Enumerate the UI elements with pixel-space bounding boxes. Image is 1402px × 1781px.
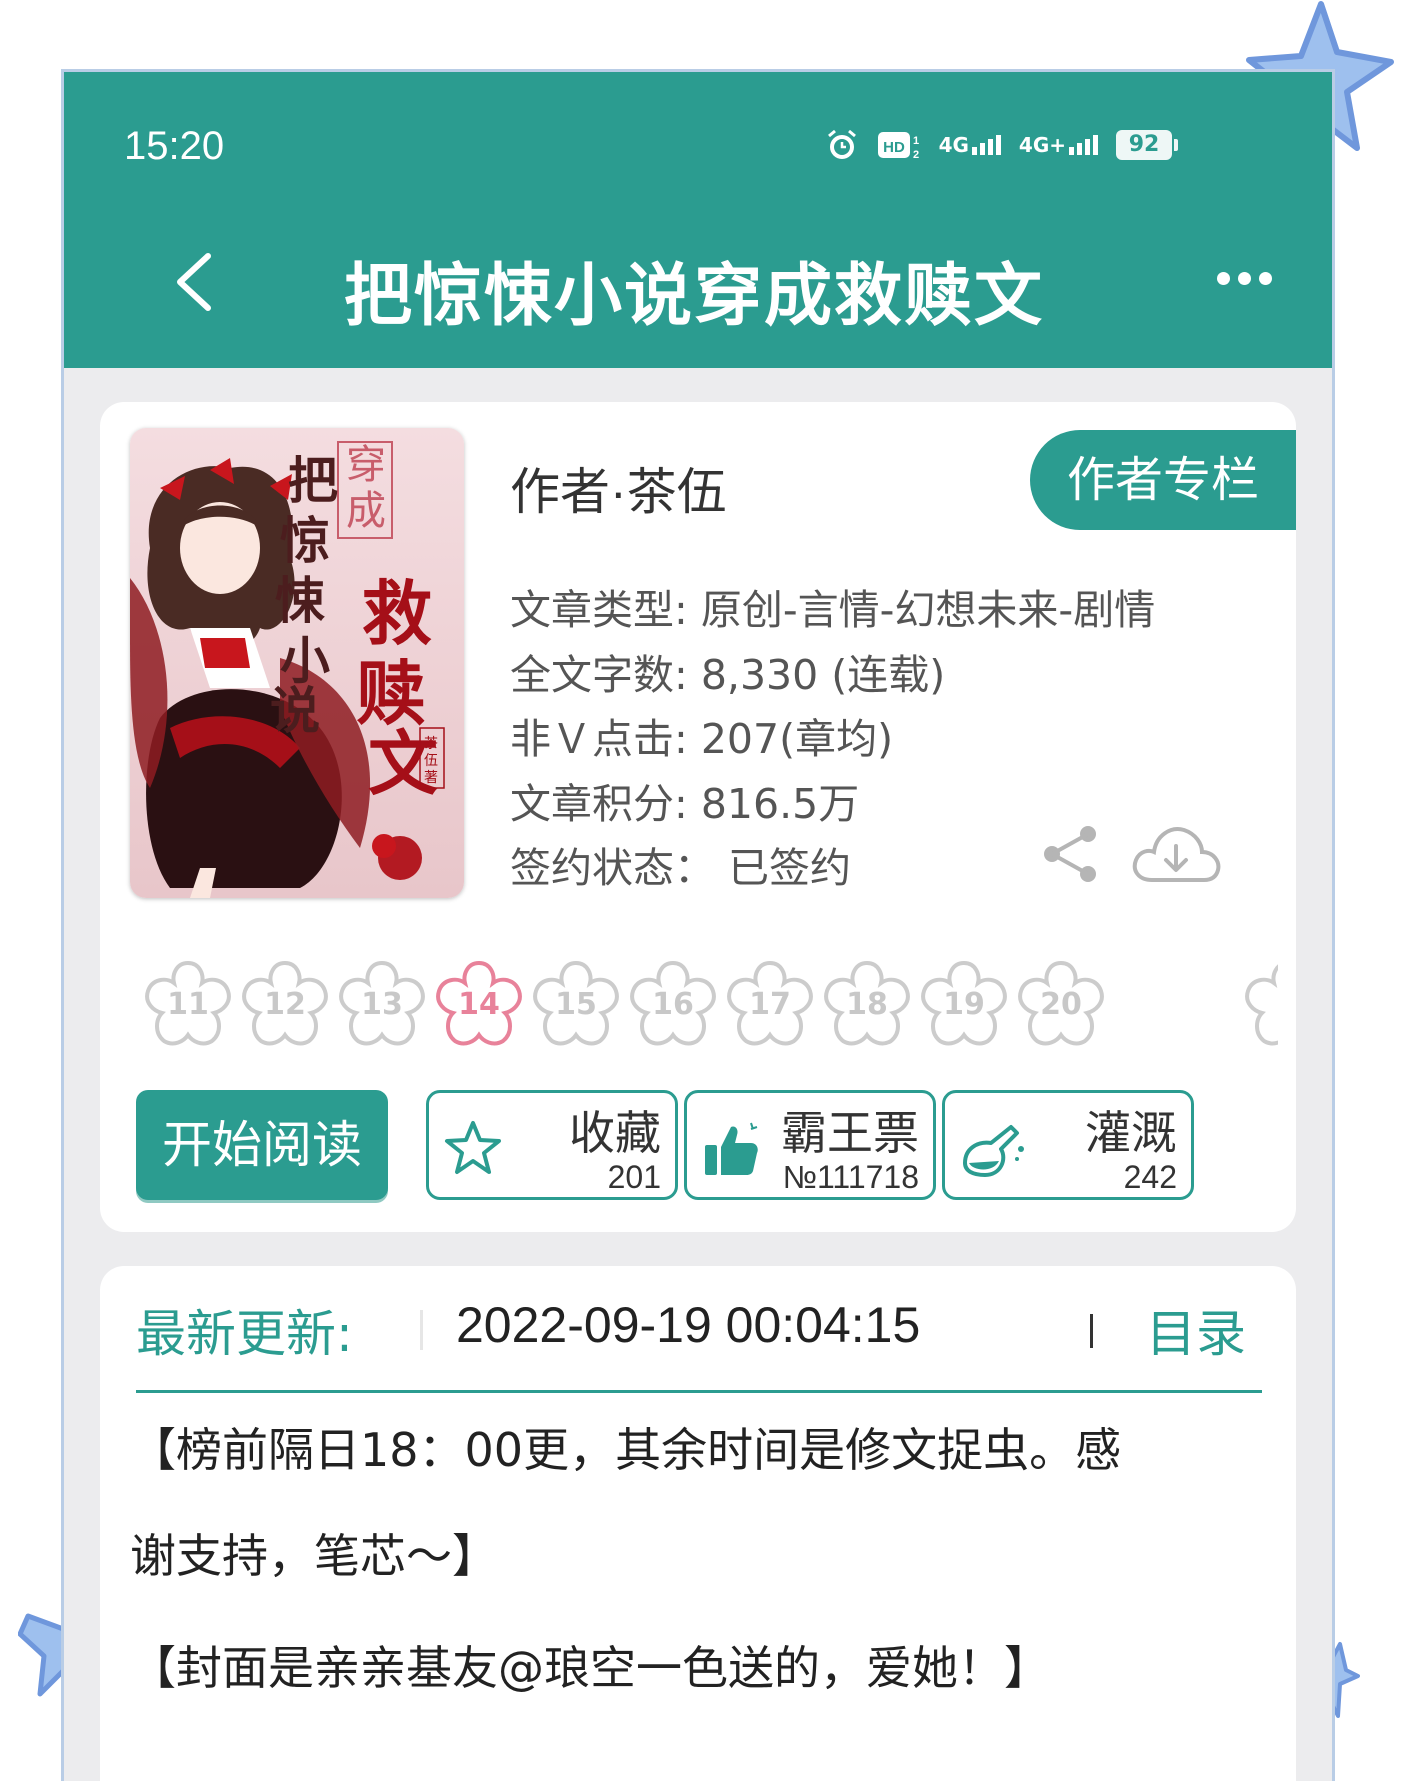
collect-label: 收藏: [569, 1106, 661, 1160]
app-screen: 15:20 HD 1 2 4G 4G+ 92 把惊悚小说穿成救赎文 穿 成 把 …: [64, 72, 1332, 1781]
collect-button[interactable]: 收藏 201: [426, 1090, 678, 1200]
level-flower[interactable]: 16: [623, 955, 723, 1055]
word-count: 全文字数: 8,330 (连载): [510, 650, 946, 699]
star-icon: [445, 1121, 501, 1174]
net-label-1: 4G: [938, 133, 969, 157]
level-number: 11: [167, 987, 209, 1022]
thumbs-up-icon: [705, 1122, 758, 1175]
level-flower[interactable]: 14: [429, 955, 529, 1055]
svg-text:惊: 惊: [280, 511, 330, 570]
level-flower[interactable]: 19: [914, 955, 1014, 1055]
share-icon[interactable]: [1040, 822, 1104, 886]
water-count: 242: [1123, 1159, 1177, 1195]
cover-illustration: 穿 成 把 惊 悚 小 说 救 赎 文 茶 伍 著: [130, 428, 464, 898]
cloud-download-icon[interactable]: [1130, 822, 1222, 886]
level-number: 17: [749, 987, 791, 1022]
net-label-2: 4G+: [1018, 133, 1066, 157]
level-number: 19: [943, 987, 985, 1022]
more-icon[interactable]: [1217, 272, 1272, 285]
level-flower[interactable]: 12: [235, 955, 335, 1055]
hd-icon: HD 1 2: [877, 132, 919, 160]
svg-text:著: 著: [424, 770, 438, 786]
svg-text:说: 说: [270, 681, 320, 740]
svg-text:悚: 悚: [275, 571, 325, 630]
divider: [1090, 1314, 1093, 1348]
signal-4g-plus-icon: 4G+: [1019, 135, 1098, 155]
level-number: 20: [1040, 987, 1082, 1022]
level-flower[interactable]: 17: [720, 955, 820, 1055]
table-of-contents-link[interactable]: 目录: [1146, 1294, 1246, 1366]
divider: [420, 1310, 423, 1350]
battery-icon: 92: [1116, 130, 1178, 160]
svg-text:成: 成: [346, 488, 386, 534]
notice-line: 【榜前隔日18：00更，其余时间是修文捉虫。感: [130, 1423, 1122, 1477]
vote-count: №111718: [782, 1159, 919, 1195]
notice-line: 【封面是亲亲基友@琅空一色送的，爱她！】: [130, 1641, 1050, 1695]
level-number: 13: [361, 987, 403, 1022]
notice-line: 谢支持，笔芯～】: [130, 1529, 498, 1583]
level-flower[interactable]: 15: [526, 955, 626, 1055]
section-divider: [136, 1390, 1262, 1393]
svg-text:1: 1: [913, 135, 919, 147]
start-reading-button[interactable]: 开始阅读: [136, 1090, 388, 1200]
water-label: 灌溉: [1085, 1106, 1177, 1160]
latest-update-time: 2022-09-19 00:04:15: [456, 1297, 921, 1353]
book-info-card: 穿 成 把 惊 悚 小 说 救 赎 文 茶 伍 著 作者·茶伍 作者专栏 文章类…: [100, 402, 1296, 1232]
level-number: 12: [264, 987, 306, 1022]
non-vip-clicks: 非Ｖ点击: 207(章均): [510, 715, 894, 763]
level-number: 16: [652, 987, 694, 1022]
status-time: 15:20: [124, 124, 225, 168]
book-type: 文章类型: 原创-言情-幻想未来-剧情: [510, 586, 1156, 634]
svg-text:伍: 伍: [424, 753, 438, 769]
book-cover[interactable]: 穿 成 把 惊 悚 小 说 救 赎 文 茶 伍 著: [130, 428, 464, 898]
watering-flask-icon: [963, 1125, 1024, 1177]
signal-4g-icon: 4G: [939, 135, 1001, 155]
level-number: 15: [555, 987, 597, 1022]
author-column-button[interactable]: 作者专栏: [1030, 430, 1296, 530]
svg-text:HD: HD: [883, 139, 905, 156]
level-flower-partial[interactable]: [1238, 955, 1278, 1055]
level-flower[interactable]: 20: [1011, 955, 1111, 1055]
status-icons: HD 1 2 4G 4G+ 92: [825, 128, 1178, 162]
alarm-icon: [827, 129, 856, 159]
latest-update-label: 最新更新:: [136, 1305, 353, 1363]
top-bar: 15:20 HD 1 2 4G 4G+ 92 把惊悚小说穿成救赎文: [64, 72, 1332, 368]
svg-text:把: 把: [288, 451, 338, 510]
cover-title-side: 穿: [346, 442, 386, 488]
page-title: 把惊悚小说穿成救赎文: [343, 257, 1044, 336]
svg-text:2: 2: [913, 149, 919, 160]
vote-button[interactable]: 霸王票 №111718: [684, 1090, 936, 1200]
latest-update-card: 最新更新: 2022-09-19 00:04:15 目录 【榜前隔日18：00更…: [100, 1266, 1296, 1781]
level-flower-row: 11 12 13 14 15 16 17 18 19 20: [138, 955, 1278, 1065]
vote-label: 霸王票: [781, 1106, 919, 1160]
level-flower[interactable]: 18: [817, 955, 917, 1055]
level-number: 14: [458, 987, 500, 1022]
level-number: 18: [846, 987, 888, 1022]
svg-text:救: 救: [362, 572, 432, 655]
author-name[interactable]: 作者·茶伍: [510, 452, 727, 524]
back-arrow-icon[interactable]: [164, 242, 224, 322]
level-flower[interactable]: 13: [332, 955, 432, 1055]
flower-icon: [1245, 964, 1278, 1046]
svg-text:茶: 茶: [424, 736, 438, 752]
collect-count: 201: [607, 1159, 661, 1195]
level-flower[interactable]: 11: [138, 955, 238, 1055]
water-button[interactable]: 灌溉 242: [942, 1090, 1194, 1200]
